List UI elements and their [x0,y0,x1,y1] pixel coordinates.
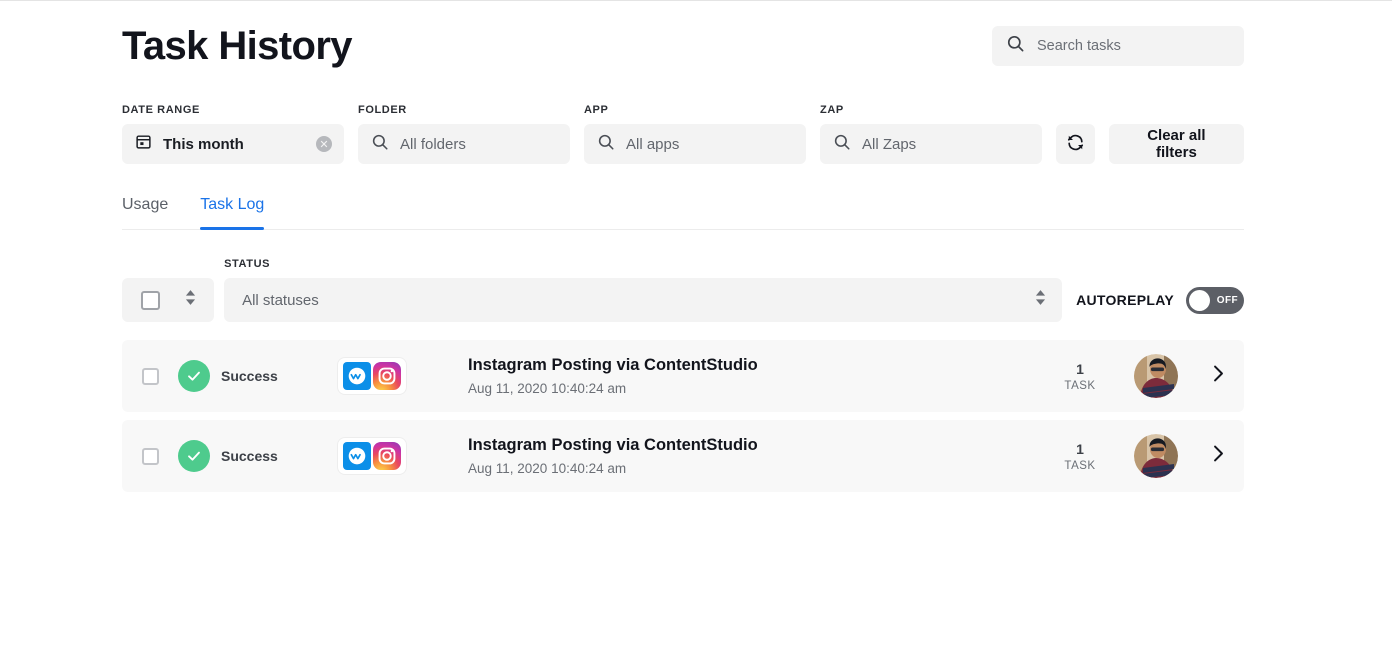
contentstudio-icon [343,442,371,470]
filter-zap-control[interactable]: All Zaps [820,124,1042,164]
select-all-control[interactable] [122,278,215,322]
filter-app-control[interactable]: All apps [584,124,806,164]
filter-app-placeholder[interactable]: All apps [626,136,679,153]
row-main-cell: Instagram Posting via ContentStudio Aug … [468,356,1040,396]
refresh-button[interactable] [1056,124,1095,164]
instagram-icon [373,442,401,470]
chevron-right-icon[interactable] [1212,364,1225,388]
filter-date-range-label: DATE RANGE [122,104,200,116]
row-main-cell: Instagram Posting via ContentStudio Aug … [468,436,1040,476]
list-controls-bar: STATUS All statuses AUTOREPLAY OFF [122,258,1244,322]
autoreplay-control: AUTOREPLAY OFF [1076,278,1244,322]
contentstudio-icon [343,362,371,390]
tab-usage[interactable]: Usage [122,196,168,229]
filter-bar: DATE RANGE This month ✕ FOLDER All folde… [122,104,1244,164]
row-apps-cell [338,438,468,474]
search-tasks-box[interactable]: Search tasks [992,26,1244,66]
sort-updown-icon[interactable] [1035,289,1046,311]
status-filter-label: STATUS [224,258,271,270]
filter-zap-placeholder[interactable]: All Zaps [862,136,916,153]
row-apps-cell [338,358,468,394]
task-title: Instagram Posting via ContentStudio [468,356,758,374]
status-badge: Success [221,368,278,384]
task-count-unit: TASK [1064,379,1096,392]
search-icon [833,133,851,156]
task-timestamp: Aug 11, 2020 10:40:24 am [468,461,627,476]
clear-date-range-icon[interactable]: ✕ [316,136,332,152]
status-success-icon [178,440,210,472]
filter-zap: ZAP All Zaps [820,104,1042,164]
avatar[interactable] [1134,434,1178,478]
task-count-unit: TASK [1064,459,1096,472]
row-status-cell: Success [178,360,338,392]
task-timestamp: Aug 11, 2020 10:40:24 am [468,381,627,396]
row-count-cell: 1 TASK [1040,361,1120,392]
app-icon-group [338,358,406,394]
row-checkbox-cell [122,447,178,465]
row-open-cell[interactable] [1192,444,1244,468]
task-title: Instagram Posting via ContentStudio [468,436,758,454]
filter-date-range-value: This month [163,135,244,153]
status-filter-placeholder[interactable]: All statuses [242,292,319,309]
search-input-placeholder[interactable]: Search tasks [1037,38,1121,54]
status-filter: STATUS All statuses [224,258,1063,322]
autoreplay-state: OFF [1216,294,1238,306]
filter-folder: FOLDER All folders [358,104,570,164]
row-checkbox[interactable] [141,367,159,385]
task-count: 1 [1076,360,1084,377]
app-icon-group [338,438,406,474]
row-checkbox-cell [122,367,178,385]
filter-app: APP All apps [584,104,806,164]
page-title: Task History [122,24,353,68]
filter-zap-label: ZAP [820,104,844,116]
instagram-icon [373,362,401,390]
search-icon [597,133,615,156]
tab-bar: Usage Task Log [122,196,1244,230]
toggle-knob [1189,289,1210,311]
page-header: Task History Search tasks [122,0,1244,70]
avatar[interactable] [1134,354,1178,398]
clear-all-filters-button[interactable]: Clear all filters [1108,124,1244,164]
table-row[interactable]: Success Instagram Posting via ContentStu… [122,420,1244,492]
filter-folder-control[interactable]: All folders [358,124,570,164]
tab-task-log[interactable]: Task Log [200,196,265,230]
status-success-icon [178,360,210,392]
row-count-cell: 1 TASK [1040,441,1120,472]
row-status-cell: Success [178,440,338,472]
filter-date-range: DATE RANGE This month ✕ [122,104,344,164]
table-row[interactable]: Success Instagram Posting via ContentStu… [122,340,1244,412]
status-filter-select[interactable]: All statuses [224,278,1063,322]
sort-updown-icon[interactable] [185,289,196,311]
filter-date-range-control[interactable]: This month ✕ [122,124,344,164]
chevron-right-icon[interactable] [1212,444,1225,468]
task-list: Success Instagram Posting via ContentStu… [122,340,1244,492]
autoreplay-label: AUTOREPLAY [1076,292,1174,308]
row-avatar-cell [1120,354,1192,398]
row-open-cell[interactable] [1192,364,1244,388]
filter-folder-placeholder[interactable]: All folders [400,136,466,153]
search-icon [1006,34,1025,58]
row-checkbox[interactable] [141,447,159,465]
select-all-checkbox[interactable] [141,290,160,310]
task-count: 1 [1076,440,1084,457]
status-badge: Success [221,448,278,464]
filter-app-label: APP [584,104,609,116]
search-icon [371,133,389,156]
autoreplay-toggle[interactable]: OFF [1186,286,1244,314]
refresh-icon [1066,133,1085,155]
row-avatar-cell [1120,434,1192,478]
calendar-icon [135,133,152,155]
filter-folder-label: FOLDER [358,104,407,116]
